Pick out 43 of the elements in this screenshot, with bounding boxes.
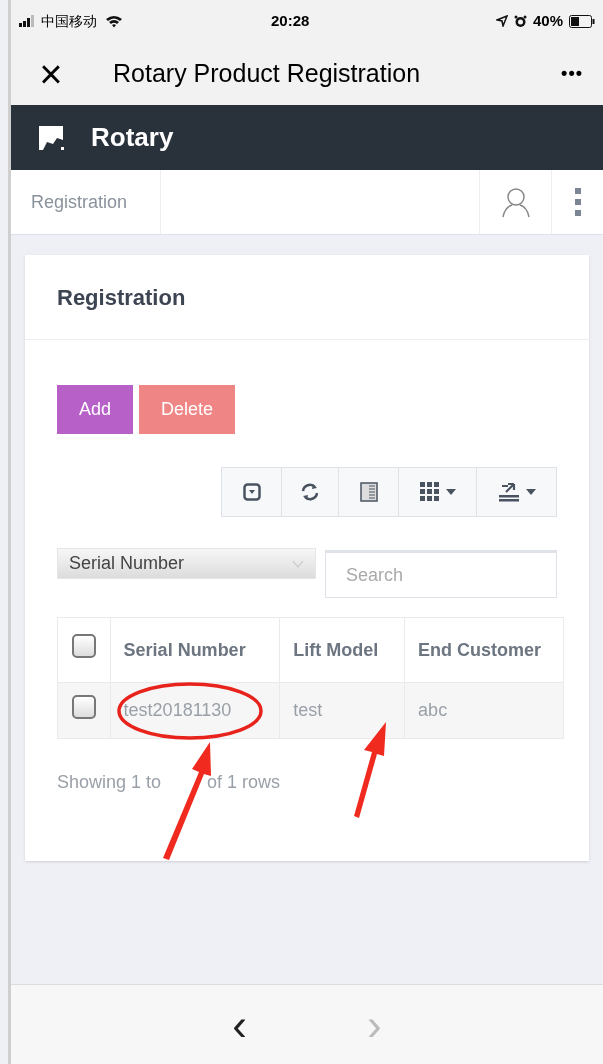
column-header: End Customer — [418, 639, 542, 660]
wifi-icon — [105, 14, 123, 28]
location-icon — [495, 15, 508, 27]
table-cell: test — [293, 700, 323, 720]
more-button[interactable]: ••• — [561, 60, 583, 87]
carrier-name: 中国移动 — [41, 11, 97, 31]
checkbox[interactable] — [71, 634, 96, 658]
battery-icon — [569, 14, 595, 28]
signal-icon — [19, 15, 37, 27]
columns-button[interactable] — [399, 467, 477, 517]
add-button[interactable]: Add — [57, 385, 134, 434]
toggle-icon — [242, 483, 261, 501]
table-cell: test20181130 — [123, 700, 232, 720]
column-header: Lift Model — [293, 639, 379, 660]
table-cell: abc — [418, 700, 448, 720]
export-button[interactable] — [477, 467, 557, 517]
kebab-menu-icon — [574, 188, 581, 216]
battery-percent: 40% — [532, 10, 563, 31]
toggle-button[interactable] — [221, 467, 282, 517]
alarm-icon — [513, 14, 527, 28]
app-title: Rotary — [91, 121, 174, 154]
column-select[interactable]: Serial Number — [57, 548, 316, 579]
refresh-icon — [300, 482, 320, 502]
caret-icon — [525, 489, 536, 495]
card-view-icon — [359, 482, 378, 502]
page-title: Rotary Product Registration — [113, 57, 421, 89]
card-view-button[interactable] — [339, 467, 399, 517]
column-header: Serial Number — [123, 639, 246, 660]
pagination-info: of 1 rows — [207, 771, 281, 794]
logo-icon — [39, 125, 65, 150]
clock-time: 20:28 — [271, 10, 310, 31]
refresh-button[interactable] — [282, 467, 339, 517]
search-field[interactable]: Search — [325, 550, 557, 598]
caret-icon — [292, 559, 304, 568]
checkbox[interactable] — [71, 694, 96, 719]
close-button[interactable]: × — [31, 53, 71, 94]
user-icon — [500, 186, 531, 218]
caret-icon — [445, 489, 456, 495]
columns-icon — [419, 482, 440, 502]
back-button[interactable]: ‹ — [232, 1002, 247, 1047]
card-title: Registration — [57, 283, 186, 312]
export-icon — [497, 482, 520, 502]
pagination-info: Showing 1 to — [57, 771, 162, 794]
